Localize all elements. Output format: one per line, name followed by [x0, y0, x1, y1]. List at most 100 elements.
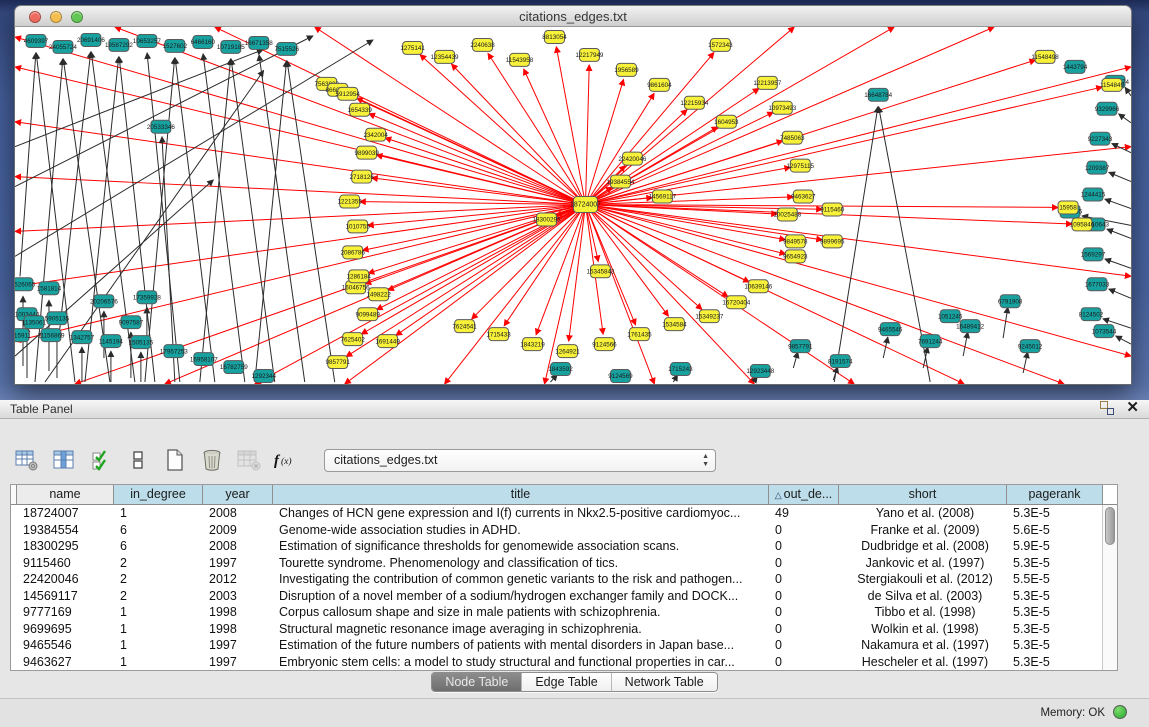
graph-edge-black[interactable]	[287, 61, 335, 382]
graph-node-yellow[interactable]: 22420046	[618, 152, 646, 165]
graph-node-yellow[interactable]: 9899039	[354, 146, 379, 159]
table-mode-button[interactable]	[14, 448, 40, 472]
graph-node-teal[interactable]: 1292344	[252, 370, 277, 383]
graph-node-yellow[interactable]: 5912954	[335, 87, 360, 100]
graph-node-yellow[interactable]: 1154849	[1100, 78, 1124, 91]
graph-edge-black[interactable]	[20, 53, 36, 276]
graph-edge-red[interactable]	[472, 205, 586, 320]
graph-node-yellow[interactable]: 15345843	[587, 265, 615, 278]
table-row[interactable]: 946554611997Estimation of the future num…	[11, 637, 1117, 654]
graph-node-yellow[interactable]: 1691449	[375, 335, 400, 348]
graph-node-yellow[interactable]: 1761435	[627, 328, 652, 341]
graph-node-hub[interactable]: 18724007	[570, 197, 601, 213]
graph-node-teal[interactable]: 1073544	[1092, 325, 1117, 338]
table-row[interactable]: 946362711997Embryonic stem cells: a mode…	[11, 654, 1117, 671]
graph-node-yellow[interactable]: 15349237	[695, 310, 723, 323]
graph-node-teal[interactable]: 1677033	[1085, 278, 1110, 291]
show-columns-button[interactable]	[51, 448, 77, 472]
graph-node-yellow[interactable]: 1264921	[555, 345, 580, 358]
graph-node-yellow[interactable]: 12213957	[753, 76, 781, 89]
new-column-button[interactable]	[162, 448, 188, 472]
tab-network-table[interactable]: Network Table	[612, 673, 717, 691]
delete-table-button[interactable]	[236, 448, 262, 472]
graph-edge-red[interactable]	[15, 177, 585, 205]
graph-node-yellow[interactable]: 9861604	[647, 78, 672, 91]
graph-node-teal[interactable]: 19587292	[105, 38, 133, 51]
graph-node-yellow[interactable]: 7625402	[340, 333, 365, 346]
column-header-name[interactable]: name	[17, 485, 114, 504]
graph-node-yellow[interactable]: 14569117	[649, 190, 677, 203]
graph-node-teal[interactable]: 20533346	[147, 120, 175, 133]
close-panel-icon[interactable]: ✕	[1126, 401, 1139, 415]
graph-edge-black[interactable]	[175, 58, 215, 382]
table-row[interactable]: 1938455462009Genome-wide association stu…	[11, 522, 1117, 539]
table-row[interactable]: 1456911722003Disruption of a novel membe…	[11, 588, 1117, 605]
graph-node-teal[interactable]: 1209387	[1085, 161, 1110, 174]
row-selection-button[interactable]	[125, 448, 151, 472]
graph-node-yellow[interactable]: 10973493	[768, 101, 796, 114]
network-canvas[interactable]: 4609397240557242069140619587292106532571…	[14, 27, 1132, 385]
tab-node-table[interactable]: Node Table	[432, 673, 522, 691]
vertical-scrollbar[interactable]	[1102, 505, 1117, 670]
graph-edge-black[interactable]	[15, 40, 373, 256]
graph-node-teal[interactable]: 17359928	[133, 291, 161, 304]
graph-node-yellow[interactable]: 1956589	[614, 63, 639, 76]
float-panel-icon[interactable]	[1100, 401, 1114, 415]
graph-node-teal[interactable]: 9227343	[1088, 132, 1113, 145]
graph-node-teal[interactable]: 16782759	[220, 361, 248, 374]
graph-node-teal[interactable]: 1145194	[99, 335, 123, 348]
graph-edge-black[interactable]	[1119, 114, 1131, 123]
graph-node-teal[interactable]: 16489412	[956, 320, 984, 333]
graph-node-yellow[interactable]: 2342004	[363, 128, 388, 141]
graph-node-yellow[interactable]: 1572343	[708, 38, 733, 51]
graph-node-teal[interactable]: 5905135	[45, 312, 70, 325]
window-titlebar[interactable]: citations_edges.txt	[14, 5, 1132, 27]
graph-node-yellow[interactable]: 11543958	[506, 53, 534, 66]
graph-edge-black[interactable]	[963, 332, 968, 356]
graph-node-teal[interactable]: 1527602	[163, 39, 188, 52]
graph-edge-red[interactable]	[15, 205, 585, 287]
graph-node-teal[interactable]: 10653257	[133, 34, 161, 47]
graph-node-teal[interactable]: 1135061	[22, 316, 46, 329]
function-builder-button[interactable]: f (x)	[273, 448, 299, 472]
table-row[interactable]: 911546021997Tourette syndrome. Phenomeno…	[11, 555, 1117, 572]
graph-node-teal[interactable]: 16671358	[245, 36, 273, 49]
graph-node-teal[interactable]: 6791908	[998, 295, 1023, 308]
graph-edge-black[interactable]	[1109, 289, 1131, 298]
graph-edge-black[interactable]	[833, 367, 837, 380]
graph-node-yellow[interactable]: 12217949	[576, 48, 604, 61]
graph-node-yellow[interactable]: 18300295	[533, 213, 561, 226]
graph-edge-black[interactable]	[1105, 199, 1131, 208]
graph-node-yellow[interactable]: 1843219	[520, 338, 545, 351]
graph-node-yellow[interactable]: 7485063	[780, 131, 805, 144]
column-header-short[interactable]: short	[839, 485, 1007, 504]
graph-node-yellow[interactable]: 12354439	[431, 50, 459, 63]
select-all-button[interactable]	[88, 448, 114, 472]
scrollbar-thumb[interactable]	[1105, 507, 1115, 545]
graph-node-teal[interactable]: 3915911	[14, 329, 31, 342]
graph-edge-red[interactable]	[585, 65, 589, 205]
graph-edge-black[interactable]	[793, 352, 797, 368]
graph-node-yellow[interactable]: 9463627	[791, 190, 816, 203]
graph-edge-red[interactable]	[556, 47, 585, 205]
graph-node-teal[interactable]: 9329966	[1095, 102, 1120, 115]
graph-node-teal[interactable]: 1715243	[668, 363, 693, 376]
graph-node-teal[interactable]: 16958107	[190, 353, 218, 366]
tab-edge-table[interactable]: Edge Table	[522, 673, 611, 691]
graph-node-teal[interactable]: 7691244	[918, 335, 943, 348]
graph-node-teal[interactable]: 4609397	[24, 34, 49, 47]
graph-node-teal[interactable]: 1244415	[1081, 188, 1106, 201]
graph-node-yellow[interactable]: 12975115	[787, 159, 815, 172]
column-header-in_degree[interactable]: in_degree	[114, 485, 203, 504]
column-header-out_de[interactable]: △out_de...	[769, 485, 839, 504]
graph-node-yellow[interactable]: 9899695	[820, 235, 845, 248]
graph-node-yellow[interactable]: 2718126	[349, 170, 374, 183]
graph-node-yellow[interactable]: 9099489	[355, 308, 380, 321]
graph-edge-black[interactable]	[91, 52, 135, 382]
graph-node-teal[interactable]: 9124569	[608, 370, 633, 383]
graph-node-teal[interactable]: 11156869	[37, 329, 64, 342]
graph-node-yellow[interactable]: 1221355	[337, 195, 362, 208]
graph-edge-red[interactable]	[585, 87, 1102, 204]
graph-node-teal[interactable]: 20691406	[77, 33, 105, 46]
graph-node-teal[interactable]: 12923448	[746, 365, 774, 378]
